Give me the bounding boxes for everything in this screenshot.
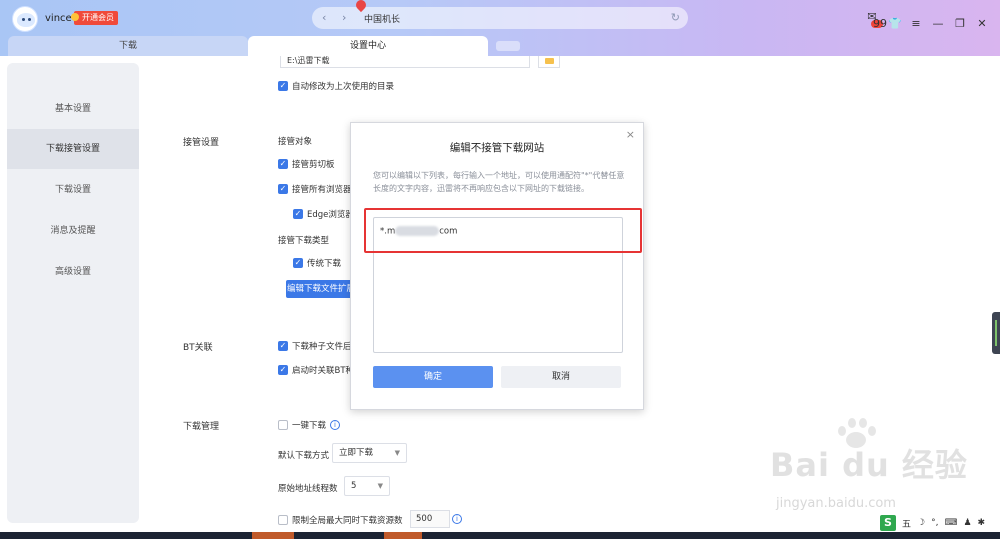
sidebar-item-basic[interactable]: 基本设置 — [7, 89, 139, 129]
tab-settings[interactable]: 设置中心 — [248, 36, 488, 56]
bt-torrent-checkbox[interactable]: ✓ 下载种子文件后 — [278, 340, 352, 352]
watermark-url: jingyan.baidu.com — [776, 496, 896, 511]
taskbar-app[interactable] — [384, 532, 422, 539]
checkbox-checked-icon: ✓ — [278, 159, 288, 169]
edge-browser-label: Edge浏览器 — [307, 210, 354, 220]
limit-checkbox[interactable]: 限制全局最大同时下载资源数 — [278, 514, 403, 526]
menu-icon[interactable]: ≡ — [910, 17, 922, 30]
download-path-field[interactable]: E:\迅雷下载 — [280, 56, 530, 68]
threads-label: 原始地址线程数 — [278, 484, 338, 494]
refresh-icon[interactable]: ↻ — [671, 11, 680, 24]
takeover-objects-label: 接管对象 — [278, 137, 313, 147]
sidebar-item-takeover[interactable]: 下载接管设置 — [7, 129, 139, 169]
baidu-watermark: Bai du 经验 jingyan.baidu.com — [770, 418, 970, 520]
limit-input[interactable]: 500 — [410, 510, 450, 528]
chevron-down-icon: ▼ — [377, 482, 383, 490]
notification-count: 99 — [871, 17, 887, 30]
download-mgmt-label: 下载管理 — [183, 422, 220, 432]
one-click-label: 一键下载 — [292, 421, 327, 431]
minimize-icon[interactable]: — — [932, 17, 944, 30]
ime-toolbar: S 五 ☽ °, ⌨ ♟ ✱ — [876, 514, 994, 532]
takeover-types-label: 接管下载类型 — [278, 236, 330, 246]
cancel-button[interactable]: 取消 — [501, 366, 621, 388]
checkbox-checked-icon: ✓ — [293, 258, 303, 268]
checkbox-checked-icon: ✓ — [278, 365, 288, 375]
auto-modify-dir-label: 自动修改为上次使用的目录 — [292, 82, 395, 92]
back-icon[interactable]: ‹ — [322, 11, 326, 24]
sidebar-item-download[interactable]: 下载设置 — [7, 170, 139, 210]
takeover-browsers-label: 接管所有浏览器 — [292, 185, 352, 195]
avatar-eye-right — [28, 18, 31, 21]
skin-icon[interactable]: 👕 — [888, 17, 902, 30]
ok-button[interactable]: 确定 — [373, 366, 493, 388]
edit-excluded-sites-dialog: × 编辑不接管下载网站 您可以编辑以下列表，每行输入一个地址，可以使用通配符"*… — [350, 122, 644, 410]
traditional-download-label: 传统下载 — [307, 259, 342, 269]
new-tab-button[interactable] — [496, 41, 520, 51]
auto-modify-dir-checkbox[interactable]: ✓ 自动修改为上次使用的目录 — [278, 80, 394, 92]
default-mode-label: 默认下载方式 — [278, 451, 330, 461]
user-avatar[interactable] — [12, 6, 38, 32]
punctuation-icon[interactable]: °, — [931, 518, 938, 528]
forward-icon[interactable]: › — [342, 11, 346, 24]
folder-icon[interactable] — [538, 56, 560, 68]
vip-badge[interactable]: 开通会员 — [71, 11, 118, 25]
takeover-section-label: 接管设置 — [183, 138, 220, 148]
watermark-logo: Bai du 经验 — [770, 446, 968, 484]
taskbar — [0, 532, 1000, 539]
settings-icon[interactable]: ✱ — [978, 518, 986, 528]
edge-browser-checkbox[interactable]: ✓ Edge浏览器 — [293, 208, 354, 220]
edit-extensions-button[interactable]: 编辑下载文件扩展名 — [286, 280, 356, 312]
annotation-highlight — [364, 208, 642, 253]
takeover-clipboard-checkbox[interactable]: ✓ 接管剪切板 — [278, 158, 335, 170]
address-bar[interactable]: ‹ › 中国机长 ↻ — [312, 0, 688, 29]
bt-section-label: BT关联 — [183, 343, 213, 353]
maximize-icon[interactable]: ❐ — [954, 17, 966, 30]
checkbox-checked-icon: ✓ — [278, 341, 288, 351]
traditional-download-checkbox[interactable]: ✓ 传统下载 — [293, 257, 341, 269]
location-pin-icon — [353, 0, 369, 13]
side-panel-handle[interactable] — [992, 312, 1000, 354]
window-controls: ✉99 👕 ≡ — ❐ ✕ — [866, 10, 988, 36]
dialog-title: 编辑不接管下载网站 — [449, 142, 545, 154]
avatar-face — [17, 13, 35, 27]
user-icon[interactable]: ♟ — [963, 518, 971, 528]
settings-sidebar: 基本设置 下载接管设置 下载设置 消息及提醒 高级设置 — [7, 63, 139, 523]
close-icon[interactable]: ✕ — [976, 17, 988, 30]
info-icon[interactable]: i — [452, 514, 462, 524]
one-click-checkbox[interactable]: 一键下载 i — [278, 419, 341, 431]
moon-icon[interactable]: ☽ — [917, 518, 925, 528]
takeover-browsers-checkbox[interactable]: ✓ 接管所有浏览器 — [278, 183, 352, 195]
checkbox-checked-icon: ✓ — [293, 209, 303, 219]
keyboard-icon[interactable]: ⌨ — [944, 518, 957, 528]
title-bar: vince 开通会员 ‹ › 中国机长 ↻ ✉99 👕 ≡ — ❐ ✕ — [0, 0, 1000, 36]
bt-torrent-label: 下载种子文件后 — [292, 342, 352, 352]
checkbox-unchecked-icon — [278, 420, 288, 430]
takeover-clipboard-label: 接管剪切板 — [292, 160, 335, 170]
address-text[interactable]: 中国机长 — [364, 12, 400, 25]
sidebar-item-advanced[interactable]: 高级设置 — [7, 252, 139, 292]
message-icon[interactable]: ✉99 — [866, 10, 887, 36]
taskbar-app[interactable] — [252, 532, 294, 539]
default-mode-select[interactable]: 立即下载 ▼ — [332, 443, 407, 463]
ime-mode-label[interactable]: 五 — [902, 517, 911, 530]
username[interactable]: vince — [45, 13, 72, 24]
avatar-eye-left — [22, 18, 25, 21]
threads-select[interactable]: 5 ▼ — [344, 476, 390, 496]
dialog-description: 您可以编辑以下列表，每行输入一个地址，可以使用通配符"*"代替任意长度的文字内容… — [373, 171, 625, 193]
tab-bar: 下载 设置中心 — [0, 36, 1000, 56]
checkbox-unchecked-icon — [278, 515, 288, 525]
default-mode-value: 立即下载 — [339, 448, 374, 458]
sidebar-item-notifications[interactable]: 消息及提醒 — [7, 211, 139, 251]
info-icon[interactable]: i — [330, 420, 341, 430]
tab-download[interactable]: 下载 — [8, 36, 248, 56]
threads-value: 5 — [351, 481, 357, 491]
limit-label: 限制全局最大同时下载资源数 — [292, 516, 403, 526]
chevron-down-icon: ▼ — [394, 449, 400, 457]
sogou-ime-icon[interactable]: S — [880, 515, 896, 531]
checkbox-checked-icon: ✓ — [278, 81, 288, 91]
checkbox-checked-icon: ✓ — [278, 184, 288, 194]
